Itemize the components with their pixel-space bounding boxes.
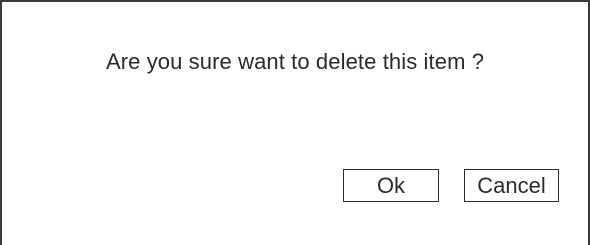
- cancel-button[interactable]: Cancel: [464, 169, 559, 202]
- dialog-message: Are you sure want to delete this item ?: [105, 49, 485, 74]
- ok-button[interactable]: Ok: [343, 169, 439, 202]
- confirm-delete-dialog: Are you sure want to delete this item ? …: [0, 0, 590, 245]
